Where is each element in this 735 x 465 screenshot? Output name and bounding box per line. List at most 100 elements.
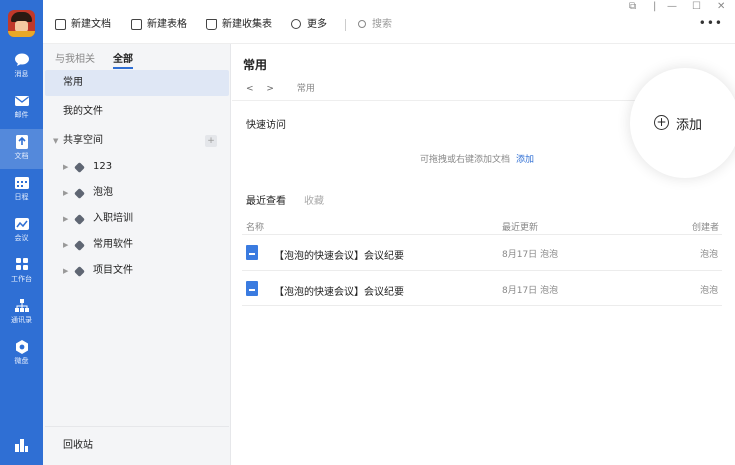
toolbar: 新建文档 新建表格 新建收集表 更多 搜索 ⧉ | — ☐ ✕ •••	[43, 0, 735, 44]
sidebar-item-common[interactable]: 常用	[45, 70, 229, 96]
tab-related[interactable]: 与我相关	[55, 50, 95, 69]
rail-item-meeting[interactable]: 会议	[0, 211, 43, 251]
folder-item[interactable]: ▶ 123	[45, 154, 229, 180]
chat-icon	[14, 53, 29, 66]
add-quick-access-button[interactable]: + 添加	[630, 68, 735, 178]
folder-item[interactable]: ▶ 常用软件	[45, 232, 229, 258]
new-form-label: 新建收集表	[222, 19, 272, 30]
table-row[interactable]: 【泡泡的快速会议】会议纪要 8月17日 泡泡 泡泡	[242, 270, 722, 306]
divider	[345, 19, 346, 31]
rail-label: 微盘	[14, 357, 29, 365]
pin-icon[interactable]: ⧉	[629, 1, 636, 12]
table-row[interactable]: 【泡泡的快速会议】会议纪要 8月17日 泡泡 泡泡	[242, 234, 722, 270]
folder-item[interactable]: ▶ 项目文件	[45, 258, 229, 284]
add-label: 添加	[676, 118, 703, 133]
rail-item-workbench[interactable]: 工作台	[0, 252, 43, 292]
search-placeholder: 搜索	[372, 19, 392, 30]
more-icon	[291, 19, 301, 29]
add-space-button[interactable]: +	[205, 135, 217, 147]
folder-item[interactable]: ▶ 入职培训	[45, 206, 229, 232]
collapse-arrow-icon[interactable]: ▶	[63, 206, 68, 232]
rail-item-calendar[interactable]: 日程	[0, 170, 43, 210]
breadcrumb: < > 常用	[246, 81, 315, 94]
sidebar: 与我相关 全部 常用 我的文件 ▼ 共享空间 + ▶ 123 ▶ 泡泡 ▶ 入职…	[43, 0, 231, 465]
column-header-updated[interactable]: 最近更新	[502, 220, 538, 233]
hint-text: 可拖拽或右键添加文档	[420, 155, 511, 165]
rail-label: 日程	[14, 193, 29, 201]
rail-label: 消息	[14, 70, 29, 78]
rail-item-mail[interactable]: 邮件	[0, 88, 43, 128]
file-updated: 8月17日 泡泡	[502, 286, 559, 296]
folder-item[interactable]: ▶ 泡泡	[45, 180, 229, 206]
drive-icon	[15, 340, 28, 354]
forward-icon[interactable]: >	[266, 84, 274, 94]
search-input[interactable]: 搜索	[358, 17, 392, 33]
doc-icon	[15, 135, 28, 149]
folder-label: 入职培训	[93, 213, 133, 224]
new-doc-button[interactable]: 新建文档	[55, 17, 111, 33]
expand-arrow-icon[interactable]: ▼	[53, 128, 58, 154]
rail-label: 工作台	[11, 275, 32, 283]
app-rail: 消息 邮件 文档 日程 会议 工作台 通讯录 微盘	[0, 0, 43, 465]
breadcrumb-item[interactable]: 常用	[297, 84, 315, 94]
rail-label: 文档	[14, 152, 29, 160]
stats-icon[interactable]	[14, 438, 29, 452]
space-icon	[74, 240, 85, 251]
rail-label: 会议	[14, 234, 29, 242]
more-button[interactable]: 更多	[291, 17, 327, 33]
page-title: 常用	[243, 58, 268, 72]
divider: |	[653, 1, 657, 12]
quick-access-title: 快速访问	[246, 120, 286, 131]
table-icon	[131, 19, 142, 30]
space-icon	[74, 266, 85, 277]
space-icon	[74, 188, 85, 199]
file-updated: 8月17日 泡泡	[502, 250, 559, 260]
rail-item-contacts[interactable]: 通讯录	[0, 293, 43, 333]
maximize-icon[interactable]: ☐	[692, 1, 701, 12]
file-name: 【泡泡的快速会议】会议纪要	[274, 287, 404, 298]
collapse-arrow-icon[interactable]: ▶	[63, 258, 68, 284]
sidebar-item-shared-space[interactable]: ▼ 共享空间 +	[45, 128, 229, 154]
new-doc-label: 新建文档	[71, 19, 111, 30]
close-icon[interactable]: ✕	[717, 1, 725, 12]
tab-favorites[interactable]: 收藏	[304, 192, 324, 207]
document-icon	[246, 245, 258, 260]
rail-item-docs[interactable]: 文档	[0, 129, 43, 169]
form-icon	[206, 19, 217, 30]
document-icon	[246, 281, 258, 296]
sidebar-tabs: 与我相关 全部	[55, 50, 133, 69]
folder-label: 123	[93, 161, 113, 172]
recent-tabs: 最近查看 收藏	[246, 192, 324, 207]
folder-label: 泡泡	[93, 187, 113, 198]
tab-all[interactable]: 全部	[113, 50, 133, 69]
minimize-icon[interactable]: —	[667, 1, 677, 12]
recycle-bin[interactable]: 回收站	[45, 426, 229, 464]
meeting-icon	[14, 218, 29, 230]
sidebar-item-my-files[interactable]: 我的文件	[45, 99, 229, 125]
add-link[interactable]: 添加	[516, 155, 534, 165]
file-creator: 泡泡	[699, 250, 718, 260]
shared-space-label: 共享空间	[63, 135, 103, 146]
file-name: 【泡泡的快速会议】会议纪要	[274, 251, 404, 262]
collapse-arrow-icon[interactable]: ▶	[63, 154, 68, 180]
column-header-creator[interactable]: 创建者	[692, 220, 719, 233]
document-icon	[55, 19, 66, 30]
back-icon[interactable]: <	[246, 84, 254, 94]
space-icon	[74, 214, 85, 225]
rail-label: 通讯录	[11, 316, 32, 324]
rail-label: 邮件	[14, 111, 29, 119]
new-sheet-button[interactable]: 新建表格	[131, 17, 187, 33]
collapse-arrow-icon[interactable]: ▶	[63, 232, 68, 258]
avatar[interactable]	[8, 10, 35, 37]
file-creator: 泡泡	[699, 286, 718, 296]
collapse-arrow-icon[interactable]: ▶	[63, 180, 68, 206]
quick-access-hint: 可拖拽或右键添加文档 添加	[420, 152, 534, 165]
column-header-name[interactable]: 名称	[246, 220, 264, 233]
mail-icon	[14, 96, 29, 106]
folder-label: 常用软件	[93, 239, 133, 250]
more-options-icon[interactable]: •••	[699, 16, 723, 30]
rail-item-messages[interactable]: 消息	[0, 47, 43, 87]
tab-recent[interactable]: 最近查看	[246, 192, 286, 207]
rail-item-drive[interactable]: 微盘	[0, 334, 43, 374]
new-form-button[interactable]: 新建收集表	[206, 17, 272, 33]
